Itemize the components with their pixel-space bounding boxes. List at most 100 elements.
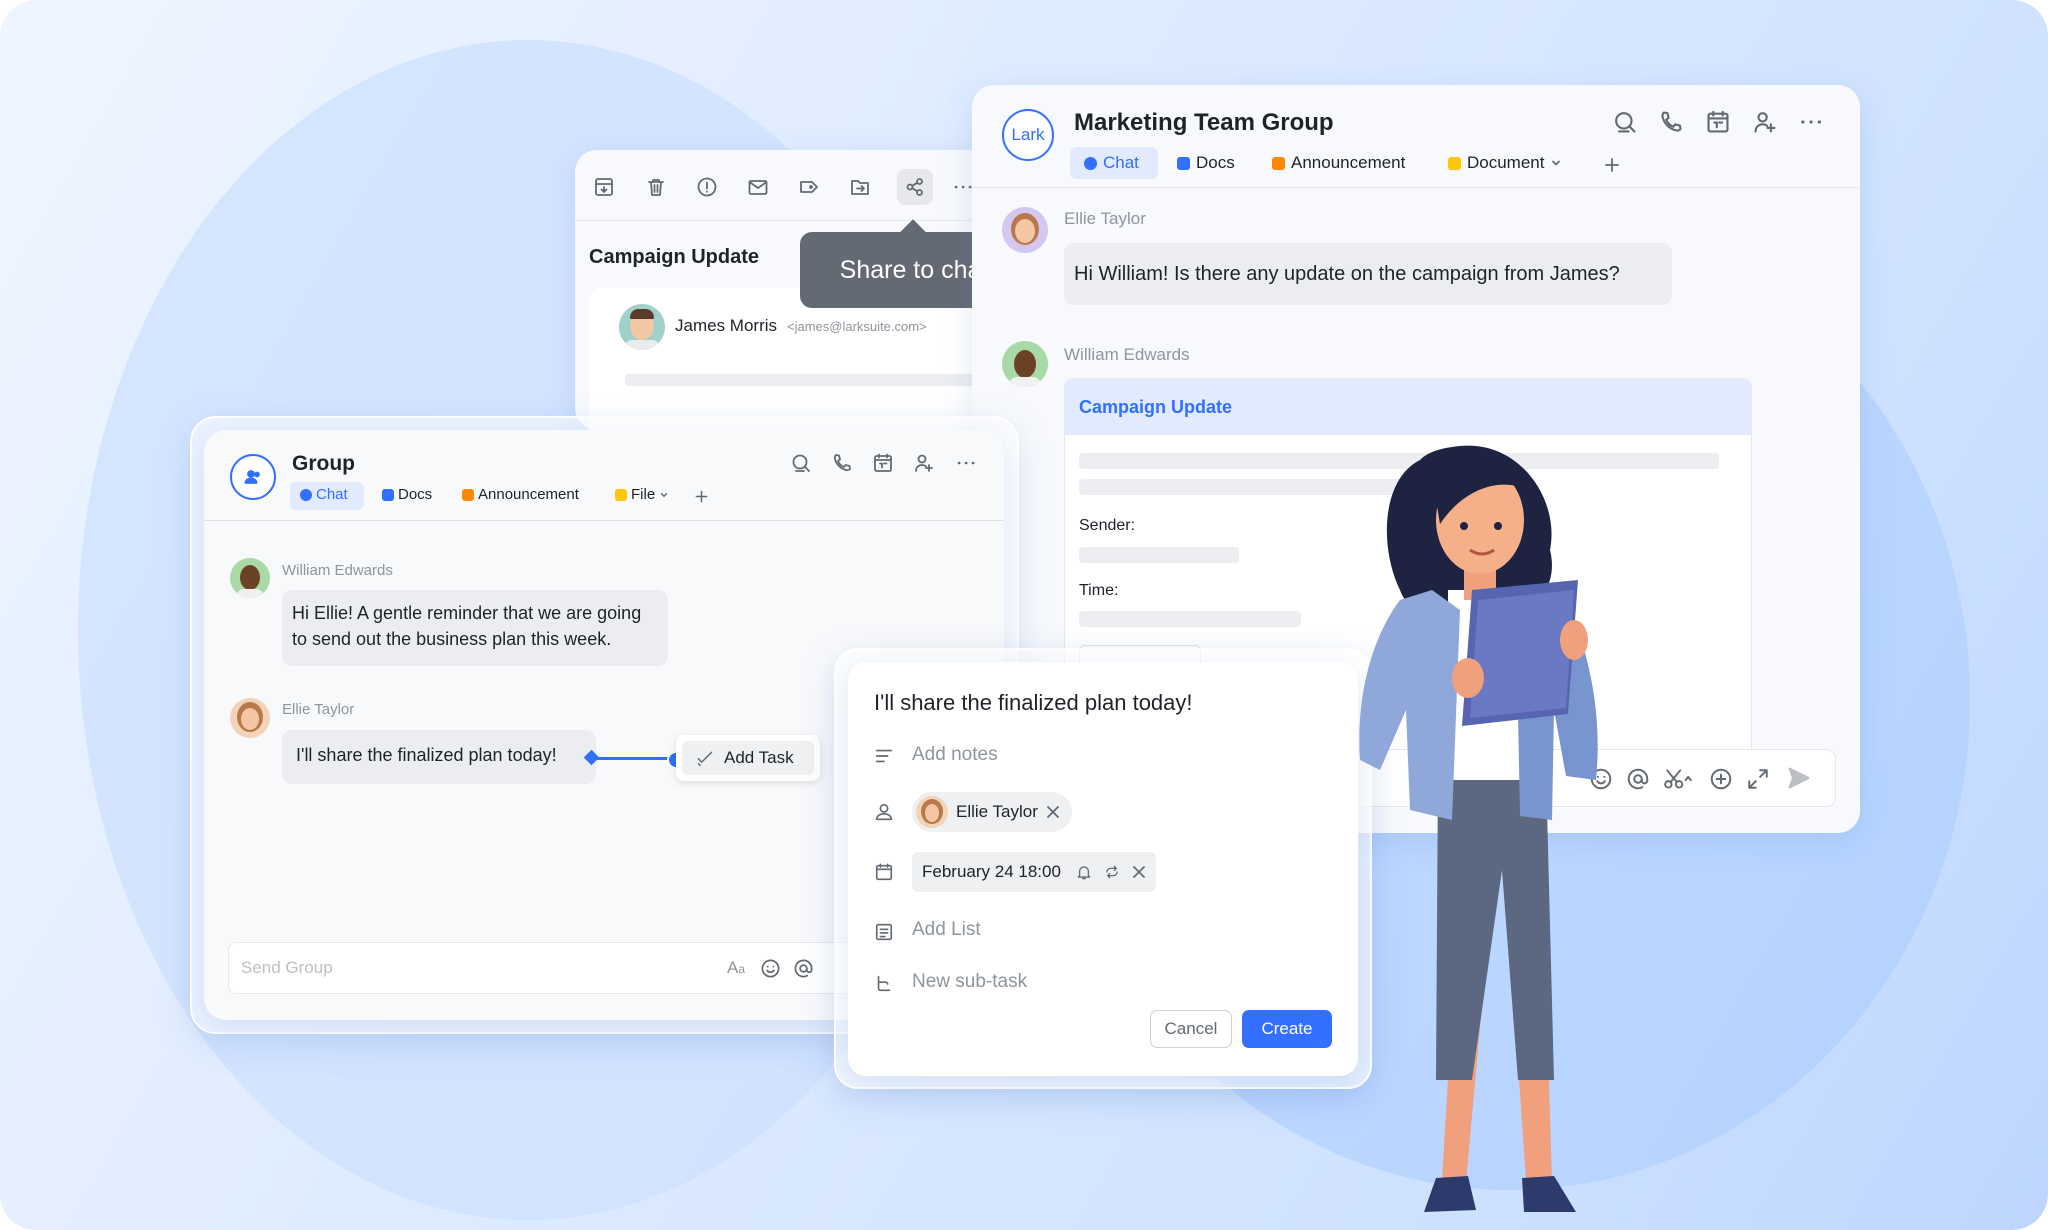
- message-bubble: I'll share the finalized plan today!: [282, 730, 596, 784]
- chat-icon: [300, 488, 312, 501]
- more-icon[interactable]: [955, 452, 977, 474]
- repeat-icon[interactable]: [1104, 864, 1120, 880]
- avatar: [916, 796, 948, 828]
- add-member-icon[interactable]: [1752, 109, 1778, 135]
- cancel-button[interactable]: Cancel: [1150, 1010, 1232, 1048]
- input-placeholder: Send Group: [241, 958, 333, 977]
- cancel-label: Cancel: [1164, 1019, 1218, 1038]
- label-icon[interactable]: [798, 176, 820, 198]
- chevron-down-icon: [1552, 160, 1561, 166]
- sender-name: William Edwards: [1064, 345, 1190, 364]
- tab-chat-label[interactable]: Chat: [300, 486, 348, 503]
- woman-illustration: [1359, 445, 1598, 1212]
- chevron-down-icon: [660, 492, 668, 497]
- announcement-icon: [462, 488, 474, 501]
- notes-input[interactable]: Add notes: [912, 744, 998, 766]
- mark-mail-icon[interactable]: [747, 176, 769, 198]
- alert-icon[interactable]: [696, 176, 718, 198]
- close-icon[interactable]: [1046, 805, 1060, 819]
- folder-icon: [1448, 156, 1461, 170]
- sender-label: Sender:: [1079, 517, 1136, 534]
- mention-icon[interactable]: [1626, 767, 1650, 791]
- sender-name: James Morris: [675, 316, 778, 335]
- group-title: Marketing Team Group: [1074, 109, 1334, 136]
- docs-icon: [1177, 156, 1190, 170]
- group-message-input[interactable]: Send Group: [228, 942, 888, 994]
- add-tab-icon[interactable]: [693, 488, 710, 505]
- due-date: February 24 18:00: [922, 862, 1061, 881]
- docs-icon: [382, 488, 394, 501]
- tab-label: Announcement: [478, 486, 579, 503]
- avatar: [1002, 341, 1048, 387]
- tab-label: Docs: [1196, 153, 1235, 172]
- bell-icon[interactable]: [1076, 864, 1092, 880]
- sender-name: Ellie Taylor: [1064, 209, 1146, 228]
- avatar: [1002, 207, 1048, 253]
- subtask-input[interactable]: New sub-task: [912, 971, 1027, 993]
- avatar: [230, 558, 270, 598]
- calendar-icon[interactable]: [1705, 109, 1731, 135]
- message-bubble: Hi Ellie! A gentle reminder that we are …: [282, 590, 668, 666]
- create-label: Create: [1261, 1019, 1313, 1038]
- people-icon: [244, 470, 260, 484]
- font-format-icon[interactable]: Aa: [727, 958, 745, 978]
- task-title[interactable]: I'll share the finalized plan today!: [874, 690, 1193, 716]
- lark-logo: Lark: [1002, 109, 1054, 161]
- list-input[interactable]: Add List: [912, 919, 981, 941]
- add-task-button[interactable]: Add Task: [676, 735, 820, 781]
- avatar: [230, 698, 270, 738]
- send-icon[interactable]: [1786, 765, 1812, 791]
- group-avatar: [230, 454, 276, 500]
- message-line: to send out the business plan this week.: [292, 629, 612, 649]
- tab-announcement[interactable]: Announcement: [1272, 153, 1405, 173]
- search-icon[interactable]: [790, 452, 812, 474]
- avatar: [619, 304, 665, 350]
- tab-document[interactable]: Document: [1448, 153, 1562, 173]
- more-icon[interactable]: [1798, 109, 1824, 135]
- due-date-chip[interactable]: February 24 18:00: [912, 852, 1156, 892]
- create-button[interactable]: Create: [1242, 1010, 1332, 1048]
- group-title: Group: [292, 452, 355, 475]
- tab-label: Announcement: [1291, 153, 1406, 172]
- assignee-chip[interactable]: Ellie Taylor: [912, 792, 1072, 832]
- tab-docs[interactable]: Docs: [1177, 153, 1235, 173]
- add-member-icon[interactable]: [913, 452, 935, 474]
- placeholder-line: [625, 374, 985, 386]
- tab-announcement[interactable]: Announcement: [462, 486, 579, 503]
- move-folder-icon[interactable]: [849, 176, 871, 198]
- message-bubble: Hi William! Is there any update on the c…: [1064, 243, 1672, 305]
- tab-label: Document: [1467, 153, 1545, 172]
- share-button[interactable]: [897, 169, 933, 205]
- archive-icon[interactable]: [593, 176, 615, 198]
- add-tab-icon[interactable]: [1602, 155, 1622, 175]
- tooltip-text: Share to chat: [839, 255, 989, 284]
- screenshot-icon[interactable]: [1663, 767, 1693, 791]
- tab-label: Chat: [1103, 153, 1139, 172]
- expand-icon[interactable]: [1746, 767, 1770, 791]
- add-circle-icon[interactable]: [1709, 767, 1733, 791]
- trash-icon[interactable]: [645, 176, 667, 198]
- announcement-icon: [1272, 156, 1285, 170]
- assignee-icon: [875, 803, 893, 821]
- placeholder-line: [1079, 547, 1239, 563]
- email-subject: Campaign Update: [589, 246, 760, 268]
- add-task-label: Add Task: [724, 748, 794, 767]
- task-panel: I'll share the finalized plan today! Add…: [848, 662, 1358, 1076]
- task-check-icon: [697, 751, 713, 767]
- sender-name: William Edwards: [282, 562, 393, 579]
- mention-icon[interactable]: [793, 958, 814, 979]
- card-title: Campaign Update: [1079, 397, 1233, 417]
- search-icon[interactable]: [1612, 109, 1638, 135]
- call-icon[interactable]: [831, 452, 853, 474]
- more-icon[interactable]: [952, 176, 974, 198]
- emoji-icon[interactable]: [760, 958, 781, 979]
- tab-docs[interactable]: Docs: [382, 486, 432, 503]
- tab-label: Chat: [316, 486, 348, 503]
- call-icon[interactable]: [1658, 109, 1684, 135]
- tab-file[interactable]: File: [615, 486, 669, 503]
- list-icon: [875, 923, 893, 941]
- tab-chat-label[interactable]: Chat: [1084, 153, 1139, 173]
- close-icon[interactable]: [1132, 865, 1146, 879]
- share-icon: [906, 178, 923, 196]
- calendar-icon[interactable]: [872, 452, 894, 474]
